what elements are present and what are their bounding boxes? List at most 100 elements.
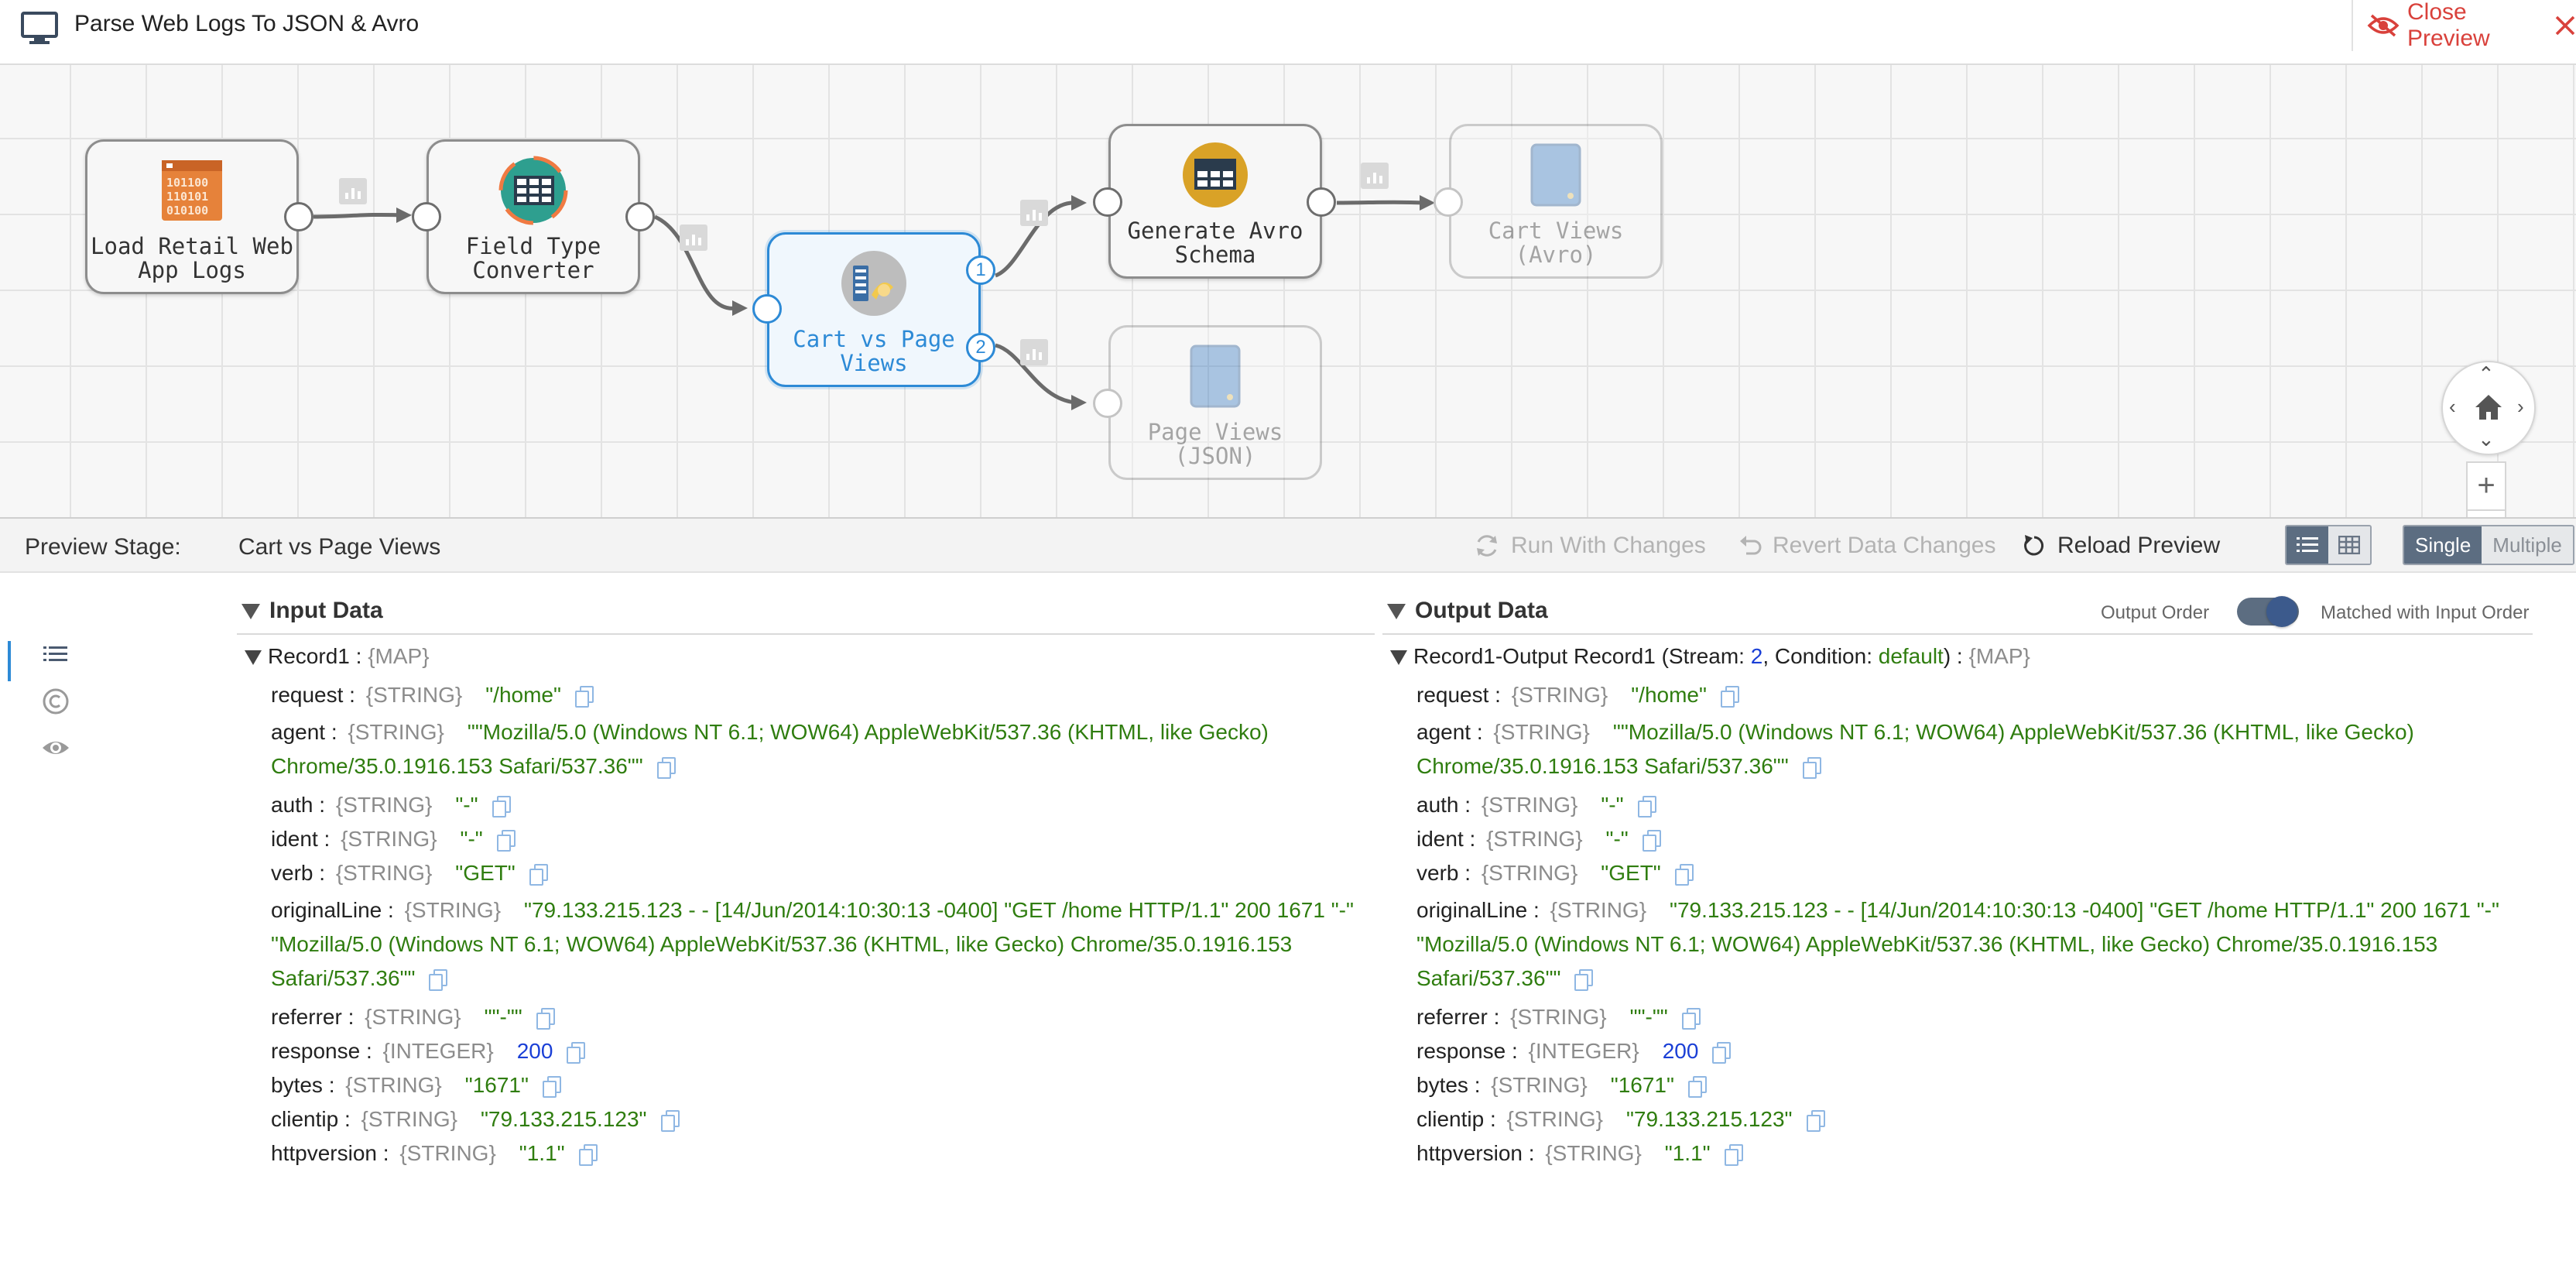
field-value[interactable]: "1671" [465, 1073, 529, 1097]
field-value[interactable]: ""-"" [1630, 1005, 1668, 1029]
output-port[interactable] [625, 202, 655, 231]
copy-icon[interactable] [1687, 1076, 1707, 1098]
copy-icon[interactable] [1574, 969, 1594, 991]
copy-icon[interactable] [1802, 757, 1821, 779]
output-order-toggle[interactable] [2237, 596, 2299, 627]
pan-down-icon[interactable]: ⌄ [2478, 429, 2495, 449]
field-type: {STRING} [341, 827, 437, 851]
home-icon[interactable] [2474, 393, 2503, 421]
stats-icon[interactable] [1020, 339, 1048, 365]
stats-icon[interactable] [339, 178, 367, 204]
copy-icon[interactable] [578, 1144, 598, 1166]
stats-icon[interactable] [1020, 200, 1048, 226]
output-port-1[interactable]: 1 [966, 255, 995, 285]
field-type: {STRING} [345, 1073, 442, 1097]
record-collapse-icon[interactable] [245, 650, 262, 665]
field-value[interactable]: "-" [1601, 793, 1623, 817]
output-port[interactable] [284, 202, 313, 231]
field-row: referrer : {STRING} ""-"" [237, 1000, 1375, 1034]
input-port[interactable] [1434, 187, 1463, 217]
pan-right-icon[interactable]: › [2517, 396, 2524, 416]
copy-icon[interactable] [429, 969, 448, 991]
field-value[interactable]: "1.1" [1665, 1141, 1711, 1165]
copyright-icon[interactable] [40, 686, 71, 717]
field-value[interactable]: 200 [1663, 1039, 1699, 1063]
copy-icon[interactable] [1712, 1042, 1732, 1064]
reload-icon [2024, 535, 2044, 556]
copy-icon[interactable] [1720, 686, 1739, 708]
copy-icon[interactable] [1806, 1110, 1825, 1132]
field-value[interactable]: "GET" [455, 861, 515, 885]
field-value[interactable]: "1671" [1611, 1073, 1674, 1097]
input-port[interactable] [1093, 187, 1122, 217]
stage-page-views-json[interactable]: Page Views (JSON) [1108, 325, 1322, 480]
list-view-button[interactable] [2287, 526, 2328, 564]
pan-up-icon[interactable]: ⌃ [2478, 364, 2495, 384]
copy-icon[interactable] [536, 1008, 555, 1030]
table-view-button[interactable] [2328, 526, 2370, 564]
output-port-2[interactable]: 2 [966, 333, 995, 362]
copy-icon[interactable] [660, 1110, 680, 1132]
revert-data-changes-button[interactable]: Revert Data Changes [1737, 533, 1996, 559]
stream-value: 2 [1750, 644, 1763, 668]
input-port[interactable] [412, 202, 441, 231]
input-port[interactable] [1093, 389, 1122, 418]
field-value[interactable]: ""-"" [485, 1005, 522, 1029]
field-value[interactable]: 200 [517, 1039, 553, 1063]
copy-icon[interactable] [492, 796, 511, 818]
copy-icon[interactable] [1681, 1008, 1701, 1030]
field-type: {STRING} [335, 793, 433, 817]
stage-cart-views-avro[interactable]: Cart Views (Avro) [1449, 124, 1663, 279]
copy-icon[interactable] [1642, 830, 1661, 852]
records-list-icon[interactable] [40, 638, 71, 669]
copy-icon[interactable] [529, 864, 548, 886]
field-value[interactable]: "/home" [485, 683, 561, 707]
input-port[interactable] [752, 294, 782, 324]
stats-icon[interactable] [1361, 163, 1389, 189]
svg-text:101100: 101100 [166, 176, 208, 190]
copy-icon[interactable] [496, 830, 516, 852]
pipeline-title: Parse Web Logs To JSON & Avro [74, 11, 420, 36]
reload-preview-button[interactable]: Reload Preview [2022, 533, 2220, 559]
pan-left-icon[interactable]: ‹ [2449, 396, 2456, 416]
field-value[interactable]: "1.1" [519, 1141, 565, 1165]
field-value[interactable]: "79.133.215.123" [481, 1107, 647, 1131]
copy-icon[interactable] [542, 1076, 561, 1098]
copy-icon[interactable] [1724, 1144, 1743, 1166]
multiple-mode-button[interactable]: Multiple [2482, 526, 2573, 564]
field-value[interactable]: "-" [461, 827, 483, 851]
stage-cart-vs-page-views[interactable]: Cart vs Page Views [767, 232, 981, 387]
stats-icon[interactable] [680, 225, 707, 251]
copy-icon[interactable] [1674, 864, 1694, 886]
run-with-changes-button[interactable]: Run With Changes [1474, 533, 1706, 559]
record-title: Record1 : {MAP} [268, 644, 430, 669]
field-row: auth : {STRING} "-" [1382, 788, 2533, 822]
field-value[interactable]: "/home" [1631, 683, 1707, 707]
stage-generate-avro-schema[interactable]: Generate Avro Schema [1108, 124, 1322, 279]
pipeline-canvas[interactable]: 101100 110101 010100 Load Retail Web App… [0, 65, 2576, 557]
copy-icon[interactable] [1637, 796, 1656, 818]
field-row: bytes : {STRING} "1671" [237, 1068, 1375, 1102]
condition-value: default [1878, 644, 1944, 668]
stage-field-type-converter[interactable]: Field Type Converter [426, 139, 640, 294]
field-value[interactable]: "-" [1606, 827, 1629, 851]
record-collapse-icon[interactable] [1390, 650, 1407, 665]
field-value[interactable]: "79.133.215.123" [1626, 1107, 1793, 1131]
stage-load-retail-web-app-logs[interactable]: 101100 110101 010100 Load Retail Web App… [85, 139, 299, 294]
field-key: request : [1416, 683, 1501, 707]
collapse-icon[interactable] [1387, 604, 1406, 619]
field-value[interactable]: "-" [455, 793, 478, 817]
collapse-icon[interactable] [242, 604, 260, 619]
copy-icon[interactable] [656, 757, 676, 779]
pan-control[interactable]: ⌃ ⌄ ‹ › [2441, 361, 2536, 455]
copy-icon[interactable] [574, 686, 594, 708]
copy-icon[interactable] [567, 1042, 586, 1064]
close-preview-button[interactable]: Close Preview [2352, 0, 2576, 51]
field-value[interactable]: "GET" [1601, 861, 1660, 885]
zoom-in-button[interactable]: + [2468, 463, 2505, 509]
output-port[interactable] [1307, 187, 1336, 217]
single-mode-button[interactable]: Single [2404, 526, 2482, 564]
eye-icon[interactable] [40, 732, 71, 763]
field-key: originalLine : [1416, 898, 1540, 922]
field-key: clientip : [1416, 1107, 1496, 1131]
